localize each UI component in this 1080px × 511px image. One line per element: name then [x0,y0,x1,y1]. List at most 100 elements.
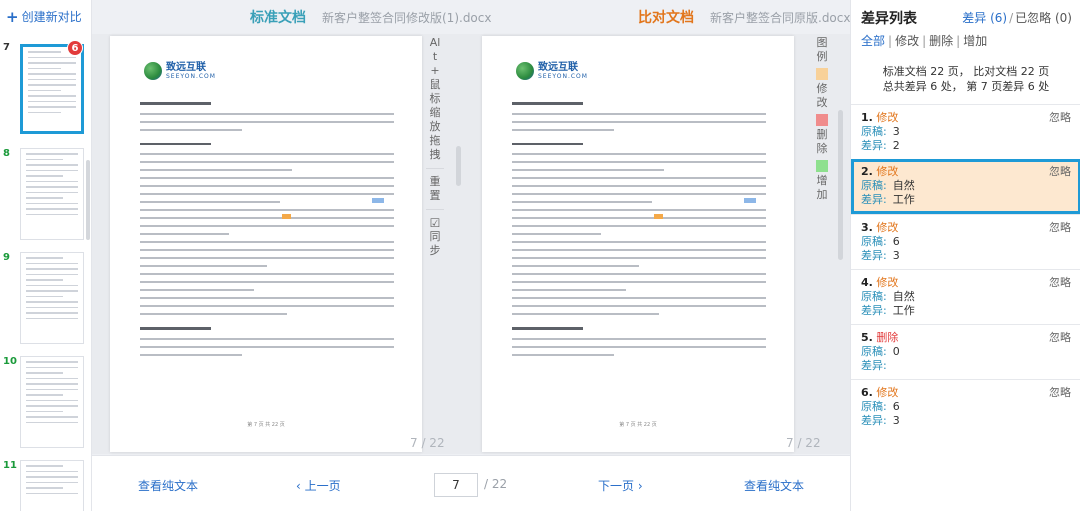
thumbnail-number: 10 [3,356,17,367]
tab-ignored[interactable]: 已忽略 (0) [1015,11,1072,25]
create-compare-button[interactable]: + 创建新对比 [6,8,82,25]
company-logo: 致远互联 SEEYON.COM [516,62,588,80]
zoom-hint: Alt + 鼠标缩放拖拽 [429,36,441,161]
diff-label: 差异: [861,414,887,427]
sync-label: 同步 [429,230,441,257]
diff-list-panel: 差异列表 差异 (6) / 已忽略 (0) 全部 | 修改 | 删除 | 增加 标准文档 22 … [850,0,1080,511]
ignore-button[interactable]: 忽略 [1049,165,1071,179]
thumbnail-image [20,252,84,344]
diff-list-title: 差异列表 [861,11,917,27]
diff-count-badge: 6 [67,40,83,56]
logo-mark-icon [516,62,534,80]
sync-button[interactable]: ☑ 同步 [428,216,442,258]
thumbnail-scrollbar[interactable] [86,160,90,240]
standard-doc-page[interactable]: 致远互联 SEEYON.COM 第 7 页 共 22 页 [110,36,422,452]
thumbnail-image [20,356,84,448]
diff-highlight-modify[interactable] [372,198,384,203]
diff-item-2[interactable]: 2. 修改 忽略 原稿: 自然 差异: 工作 [851,159,1080,214]
thumbnail-number: 11 [3,460,17,471]
filter-delete[interactable]: 删除 [929,34,953,48]
sync-checkbox-icon: ☑ [429,216,441,230]
prev-page-button[interactable]: ‹ 上一页 [296,477,341,494]
standard-doc-title: 标准文档 [250,10,306,26]
standard-doc-header: 标准文档 新客户整签合同修改版(1).docx [250,6,491,28]
compare-doc-header: 比对文档 新客户整签合同原版.docx [638,6,850,28]
diff-item-1[interactable]: 1. 修改 忽略 原稿: 3 差异: 2 [851,104,1080,159]
thumbnail-image [20,44,84,134]
orig-label: 原稿: [861,125,887,138]
reset-button[interactable]: 重置 [428,175,442,203]
tab-diffs[interactable]: 差异 (6) [962,11,1007,25]
document-body [512,96,766,362]
orig-label: 原稿: [861,235,887,248]
view-plain-text-right[interactable]: 查看纯文本 [744,477,804,494]
diff-item-4[interactable]: 4. 修改 忽略 原稿: 自然 差异: 工作 [851,269,1080,324]
diff-index: 1. [861,111,873,124]
plus-icon: + [6,7,19,26]
compare-scrollbar[interactable] [838,110,843,260]
diff-item-6[interactable]: 6. 修改 忽略 原稿: 6 差异: 3 [851,379,1080,434]
summary-pages: 标准文档 22 页， 比对文档 22 页 [882,65,1050,78]
diff-filters: 全部 | 修改 | 删除 | 增加 [861,34,988,48]
diff-value: 3 [892,414,900,427]
diff-label: 差异: [861,139,887,152]
diff-item-5[interactable]: 5. 删除 忽略 原稿: 0 差异: [851,324,1080,379]
page-number-input[interactable] [434,473,478,497]
diff-item-3[interactable]: 3. 修改 忽略 原稿: 6 差异: 3 [851,214,1080,269]
orig-label: 原稿: [861,290,887,303]
diff-kind: 修改 [876,165,899,178]
filter-all[interactable]: 全部 [861,34,885,48]
orig-value: 自然 [892,179,915,192]
orig-value: 6 [892,235,900,248]
orig-label: 原稿: [861,345,887,358]
diff-label: 差异: [861,359,887,372]
next-page-button[interactable]: 下一页 › [598,477,643,494]
legend-title: 图例 [816,36,828,63]
orig-label: 原稿: [861,179,887,192]
legend-delete-swatch [816,114,828,126]
diff-index: 3. [861,221,873,234]
ignore-button[interactable]: 忽略 [1049,276,1071,290]
ignore-button[interactable]: 忽略 [1049,111,1071,125]
diff-value: 工作 [892,193,915,206]
ignore-button[interactable]: 忽略 [1049,331,1071,345]
standard-page-counter: 7 / 22 [410,436,445,450]
document-body [140,96,394,362]
compare-doc-page[interactable]: 致远互联 SEEYON.COM 第 7 页 共 22 页 [482,36,794,452]
logo-text-en: SEEYON.COM [538,73,588,80]
legend-modify-swatch [816,68,828,80]
orig-value: 0 [892,345,900,358]
filter-add[interactable]: 增加 [963,34,987,48]
doc-compare-app: + 创建新对比 7 6 8 9 10 11 标准文档 新客户整签合同修改版(1)… [0,0,1080,511]
page-footer: 第 7 页 共 22 页 [247,422,285,428]
legend-add-label: 增加 [816,174,828,201]
orig-value: 3 [892,125,900,138]
ignore-button[interactable]: 忽略 [1049,386,1071,400]
diff-tabs: 差异 (6) / 已忽略 (0) [962,11,1072,25]
diff-highlight-active[interactable] [282,214,291,219]
diff-index: 2. [861,165,873,178]
orig-label: 原稿: [861,400,887,413]
diff-kind: 修改 [876,221,899,234]
thumbnail-strip: + 创建新对比 7 6 8 9 10 11 [0,0,92,511]
diff-value: 工作 [892,304,915,317]
logo-text-en: SEEYON.COM [166,73,216,80]
compare-doc-title: 比对文档 [638,10,694,26]
diff-highlight-modify[interactable] [744,198,756,203]
diff-kind: 删除 [876,331,899,344]
thumbnail-image [20,460,84,511]
diff-kind: 修改 [876,386,899,399]
bottom-nav-bar: 查看纯文本 ‹ 上一页 / 22 下一页 › 查看纯文本 [92,455,850,511]
ignore-button[interactable]: 忽略 [1049,221,1071,235]
view-plain-text-left[interactable]: 查看纯文本 [138,477,198,494]
diff-index: 4. [861,276,873,289]
filter-modify[interactable]: 修改 [895,34,919,48]
thumbnail-image [20,148,84,240]
diff-highlight-active[interactable] [654,214,663,219]
orig-value: 自然 [892,290,915,303]
create-compare-label: 创建新对比 [21,10,82,24]
thumbnail-number: 9 [3,252,10,263]
legend-add-swatch [816,160,828,172]
reset-label: 重置 [429,175,441,202]
standard-scrollbar[interactable] [456,146,461,186]
